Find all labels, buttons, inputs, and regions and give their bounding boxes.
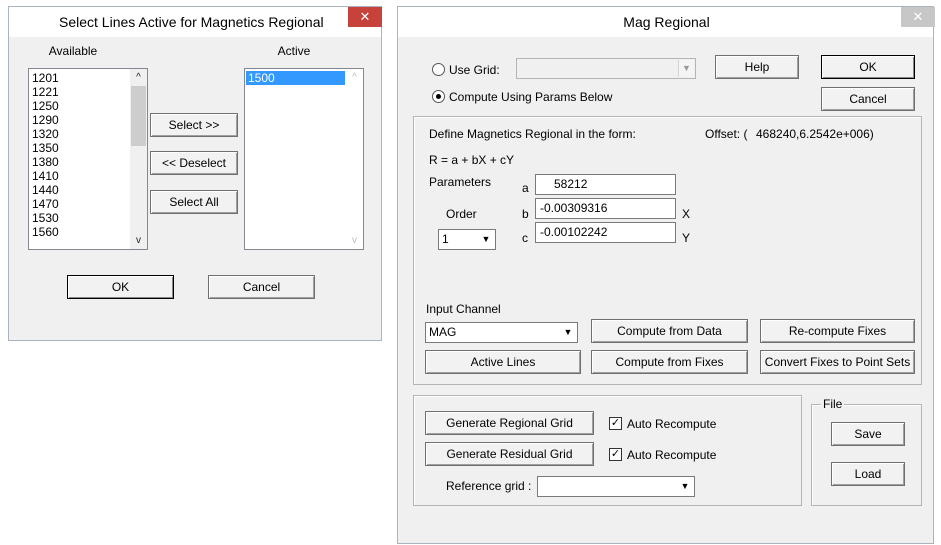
param-c-label: c — [522, 231, 528, 245]
offset-label: Offset: ( — [705, 127, 748, 141]
convert-fixes-button[interactable]: Convert Fixes to Point Sets — [760, 350, 915, 374]
list-item[interactable]: 1380 — [30, 155, 129, 169]
input-channel-value: MAG — [429, 325, 457, 339]
use-grid-combo: ▼ — [516, 58, 696, 79]
deselect-button[interactable]: << Deselect — [150, 151, 238, 175]
active-header: Active — [277, 44, 311, 58]
scroll-down-arrow-icon[interactable]: v — [346, 232, 363, 249]
compute-from-fixes-button[interactable]: Compute from Fixes — [591, 350, 748, 374]
available-list-items: 1201 1221 1250 1290 1320 1350 1380 1410 … — [30, 71, 129, 239]
cancel-button[interactable]: Cancel — [208, 275, 315, 299]
chevron-down-icon[interactable]: ▼ — [560, 324, 576, 341]
scroll-up-arrow-icon[interactable]: ^ — [130, 69, 147, 86]
select-lines-title: Select Lines Active for Magnetics Region… — [59, 14, 324, 30]
list-item[interactable]: 1350 — [30, 141, 129, 155]
param-b-input[interactable]: -0.00309316 — [535, 198, 676, 219]
list-item[interactable]: 1201 — [30, 71, 129, 85]
available-listbox[interactable]: 1201 1221 1250 1290 1320 1350 1380 1410 … — [28, 68, 148, 250]
mag-regional-dialog: Mag Regional ✕ Use Grid: ▼ Help OK Compu… — [397, 6, 935, 544]
list-item[interactable]: 1320 — [30, 127, 129, 141]
param-b-label: b — [522, 207, 529, 221]
param-c-suffix: Y — [682, 231, 691, 245]
input-channel-label: Input Channel — [426, 302, 501, 316]
active-lines-button[interactable]: Active Lines — [425, 350, 581, 374]
list-item[interactable]: 1530 — [30, 211, 129, 225]
active-scrollbar[interactable]: ^ v — [346, 69, 363, 249]
list-item[interactable]: 1290 — [30, 113, 129, 127]
generate-residual-grid-button[interactable]: Generate Residual Grid — [425, 442, 594, 466]
use-grid-radio[interactable] — [432, 63, 445, 76]
generate-regional-grid-button[interactable]: Generate Regional Grid — [425, 411, 594, 435]
input-channel-select[interactable]: MAG ▼ — [425, 322, 578, 343]
chevron-down-icon: ▼ — [678, 60, 694, 77]
order-label: Order — [446, 207, 477, 221]
select-lines-close-button[interactable]: ✕ — [348, 7, 382, 27]
param-b-suffix: X — [682, 207, 691, 221]
active-listbox[interactable]: 1500 ^ v — [244, 68, 364, 250]
recompute-fixes-button[interactable]: Re-compute Fixes — [760, 319, 915, 343]
mag-regional-close-button[interactable]: ✕ — [901, 7, 935, 27]
list-item[interactable]: 1410 — [30, 169, 129, 183]
select-button[interactable]: Select >> — [150, 113, 238, 137]
available-scrollbar[interactable]: ^ v — [130, 69, 147, 249]
parameters-label: Parameters — [429, 175, 492, 189]
ok-button[interactable]: OK — [67, 275, 174, 299]
reference-grid-label: Reference grid : — [446, 479, 532, 493]
ok-button[interactable]: OK — [821, 55, 915, 79]
cancel-button[interactable]: Cancel — [821, 87, 915, 111]
auto-recompute-checkbox-1[interactable]: ✓ — [609, 417, 622, 430]
order-value: 1 — [442, 232, 449, 246]
auto-recompute-checkbox-2[interactable]: ✓ — [609, 448, 622, 461]
offset-value: 468240,6.2542e+006) — [756, 127, 874, 141]
chevron-down-icon[interactable]: ▼ — [677, 478, 693, 495]
file-group — [811, 404, 922, 506]
help-button[interactable]: Help — [715, 55, 799, 79]
reference-grid-select[interactable]: ▼ — [537, 476, 695, 497]
list-item[interactable]: 1221 — [30, 85, 129, 99]
save-button[interactable]: Save — [831, 422, 905, 446]
auto-recompute-label-2: Auto Recompute — [627, 448, 717, 462]
scroll-down-arrow-icon[interactable]: v — [130, 232, 147, 249]
active-list-items: 1500 — [246, 71, 345, 85]
select-all-button[interactable]: Select All — [150, 190, 238, 214]
list-item[interactable]: 1250 — [30, 99, 129, 113]
select-lines-dialog: Select Lines Active for Magnetics Region… — [8, 6, 382, 341]
list-item[interactable]: 1560 — [30, 225, 129, 239]
available-header: Available — [48, 44, 98, 58]
mag-regional-title: Mag Regional — [623, 14, 710, 30]
use-grid-label: Use Grid: — [449, 63, 500, 77]
order-select[interactable]: 1 ▼ — [438, 229, 496, 250]
file-group-label: File — [821, 397, 845, 411]
auto-recompute-label-1: Auto Recompute — [627, 417, 717, 431]
compute-from-data-button[interactable]: Compute from Data — [591, 319, 748, 343]
load-button[interactable]: Load — [831, 462, 905, 486]
formula-text: R = a + bX + cY — [429, 153, 515, 167]
param-c-input[interactable]: -0.00102242 — [535, 222, 676, 243]
scroll-thumb[interactable] — [131, 86, 146, 146]
compute-params-label: Compute Using Params Below — [449, 90, 613, 104]
list-item[interactable]: 1440 — [30, 183, 129, 197]
list-item[interactable]: 1500 — [246, 71, 345, 85]
scroll-up-arrow-icon[interactable]: ^ — [346, 69, 363, 86]
define-text: Define Magnetics Regional in the form: — [429, 127, 636, 141]
compute-params-radio[interactable] — [432, 90, 445, 103]
chevron-down-icon[interactable]: ▼ — [478, 231, 494, 248]
list-item[interactable]: 1470 — [30, 197, 129, 211]
param-a-label: a — [522, 181, 529, 195]
param-a-input[interactable]: 58212 — [535, 174, 676, 195]
